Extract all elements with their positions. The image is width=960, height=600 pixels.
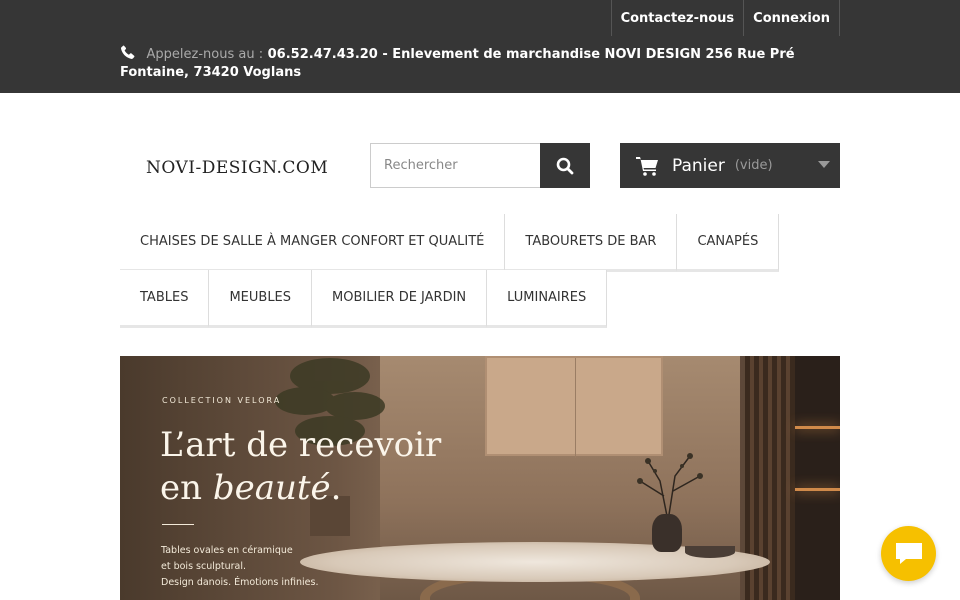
branch-illustration <box>637 453 703 521</box>
cart-label: Panier <box>672 155 725 176</box>
menu-item-tables[interactable]: TABLES <box>120 270 210 328</box>
chat-button[interactable] <box>881 526 936 581</box>
search-input[interactable] <box>370 143 540 188</box>
menu-item-canapes[interactable]: CANAPÉS <box>677 214 780 272</box>
banner-desc-line-2: et bois sculptural. <box>161 561 247 572</box>
cart-button[interactable]: Panier (vide) <box>620 143 840 188</box>
menu-item-chaises[interactable]: CHAISES DE SALLE À MANGER CONFORT ET QUA… <box>120 214 506 272</box>
banner-title-line-2: en beauté. <box>160 467 441 510</box>
contact-info: Appelez-nous au : 06.52.47.43.20 - Enlev… <box>120 44 820 82</box>
menu-item-meubles[interactable]: MEUBLES <box>209 270 313 328</box>
wall-art-frame <box>485 356 663 458</box>
contact-link[interactable]: Contactez-nous <box>610 0 744 36</box>
search-bar <box>370 143 590 188</box>
search-icon <box>556 157 574 174</box>
main-menu-row-1: CHAISES DE SALLE À MANGER CONFORT ET QUA… <box>120 214 780 272</box>
banner-title-italic: beauté <box>212 468 331 508</box>
lit-shelf <box>795 356 840 600</box>
banner-description: Tables ovales en céramique et bois sculp… <box>161 543 361 591</box>
banner-title: L’art de recevoir en beauté. <box>160 424 441 510</box>
bowl <box>685 546 735 558</box>
banner-eyebrow: COLLECTION VELORA <box>162 396 282 405</box>
menu-item-luminaires[interactable]: LUMINAIRES <box>487 270 608 328</box>
contact-prefix: Appelez-nous au : <box>146 47 264 62</box>
banner-divider <box>162 524 194 525</box>
login-link[interactable]: Connexion <box>743 0 840 36</box>
banner-desc-line-1: Tables ovales en céramique <box>161 545 293 556</box>
site-logo[interactable]: NOVI-DESIGN.COM <box>146 158 328 178</box>
vase <box>652 514 682 552</box>
main-menu-row-2: TABLES MEUBLES MOBILIER DE JARDIN LUMINA… <box>120 270 608 328</box>
cart-status: (vide) <box>734 158 773 173</box>
top-links: Contactez-nous Connexion <box>610 0 840 36</box>
banner-desc-line-3: Design danois. Émotions infinies. <box>161 577 319 588</box>
chat-icon <box>895 542 922 564</box>
chevron-down-icon <box>818 161 830 168</box>
phone-icon <box>121 45 135 59</box>
menu-item-jardin[interactable]: MOBILIER DE JARDIN <box>312 270 488 328</box>
cart-icon <box>636 156 658 176</box>
hero-banner[interactable]: COLLECTION VELORA L’art de recevoir en b… <box>120 356 840 600</box>
banner-title-prefix: en <box>160 468 213 508</box>
banner-title-line-1: L’art de recevoir <box>160 425 442 465</box>
menu-item-tabourets[interactable]: TABOURETS DE BAR <box>505 214 678 272</box>
top-bar: Contactez-nous Connexion Appelez-nous au… <box>0 0 960 93</box>
banner-title-suffix: . <box>330 468 342 508</box>
search-button[interactable] <box>540 143 590 188</box>
